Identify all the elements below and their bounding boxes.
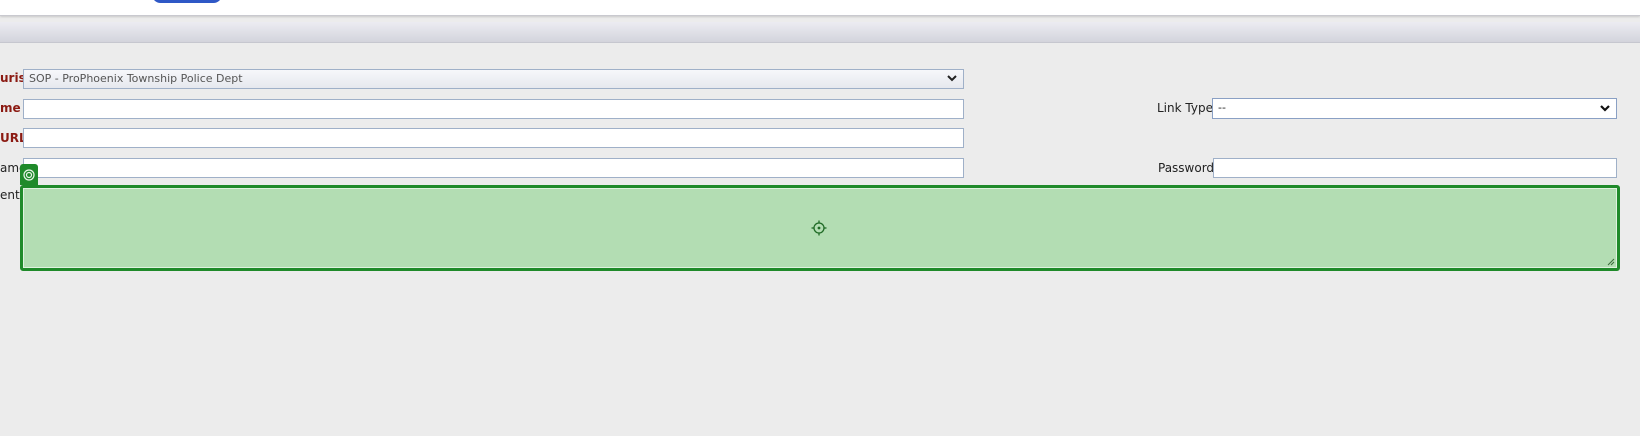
chevron-down-icon bbox=[947, 75, 957, 82]
juris-select[interactable]: SOP - ProPhoenix Township Police Dept bbox=[23, 69, 964, 89]
top-nav-button[interactable] bbox=[152, 0, 222, 3]
juris-label: uris bbox=[0, 71, 26, 85]
link-type-label: Link Type bbox=[1157, 101, 1213, 115]
juris-select-value: SOP - ProPhoenix Township Police Dept bbox=[29, 72, 243, 85]
link-type-select[interactable]: -- bbox=[1212, 98, 1617, 119]
crosshair-icon bbox=[811, 220, 827, 236]
top-bar bbox=[0, 0, 1640, 16]
section-header-bar bbox=[0, 22, 1640, 43]
resize-handle-icon[interactable] bbox=[1606, 257, 1615, 266]
target-icon bbox=[23, 169, 35, 181]
password-input[interactable] bbox=[1213, 158, 1617, 178]
name-label: me bbox=[0, 101, 21, 115]
overlay-tab[interactable] bbox=[20, 164, 38, 185]
chevron-down-icon bbox=[1600, 105, 1610, 112]
link-type-select-value: -- bbox=[1218, 101, 1226, 114]
username-input[interactable] bbox=[23, 158, 964, 178]
url-input[interactable] bbox=[23, 128, 964, 148]
password-label: Password bbox=[1158, 161, 1215, 175]
name-input[interactable] bbox=[23, 99, 964, 119]
